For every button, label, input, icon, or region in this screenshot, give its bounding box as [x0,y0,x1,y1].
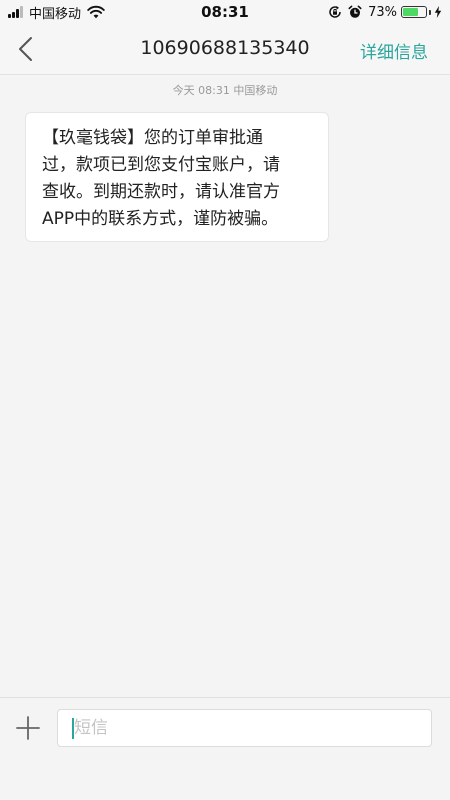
message-composer [0,697,450,800]
status-right: 73% [328,3,442,21]
status-bar: 中国移动 08:31 73% [0,0,450,24]
battery-percent: 73% [368,4,397,20]
battery-level-fill [403,8,418,16]
message-line: 查收。到期还款时，请认准官方 [42,182,280,202]
message-line: APP中的联系方式，谨防被骗。 [42,209,279,229]
alarm-icon [348,5,362,18]
rotation-lock-icon [329,6,341,18]
battery-icon [401,6,427,18]
message-line: 【玖毫钱袋】您的订单审批通 [42,128,263,148]
details-button[interactable]: 详细信息 [360,38,428,63]
conversation-header: 10690688135340 详细信息 [0,24,450,75]
message-bubble[interactable]: 【玖毫钱袋】您的订单审批通 过，款项已到您支付宝账户，请 查收。到期还款时，请认… [25,112,329,242]
sms-input[interactable] [57,709,432,747]
plus-icon[interactable] [16,716,40,740]
text-caret [72,718,74,739]
battery-cap [429,9,431,15]
message-timestamp: 今天 08:31 中国移动 [172,84,278,97]
sms-conversation-screen: 中国移动 08:31 73% 10690688135340 详细信息 今天 08… [0,0,450,800]
charging-bolt-icon [434,6,442,18]
message-line: 过，款项已到您支付宝账户，请 [42,155,280,175]
